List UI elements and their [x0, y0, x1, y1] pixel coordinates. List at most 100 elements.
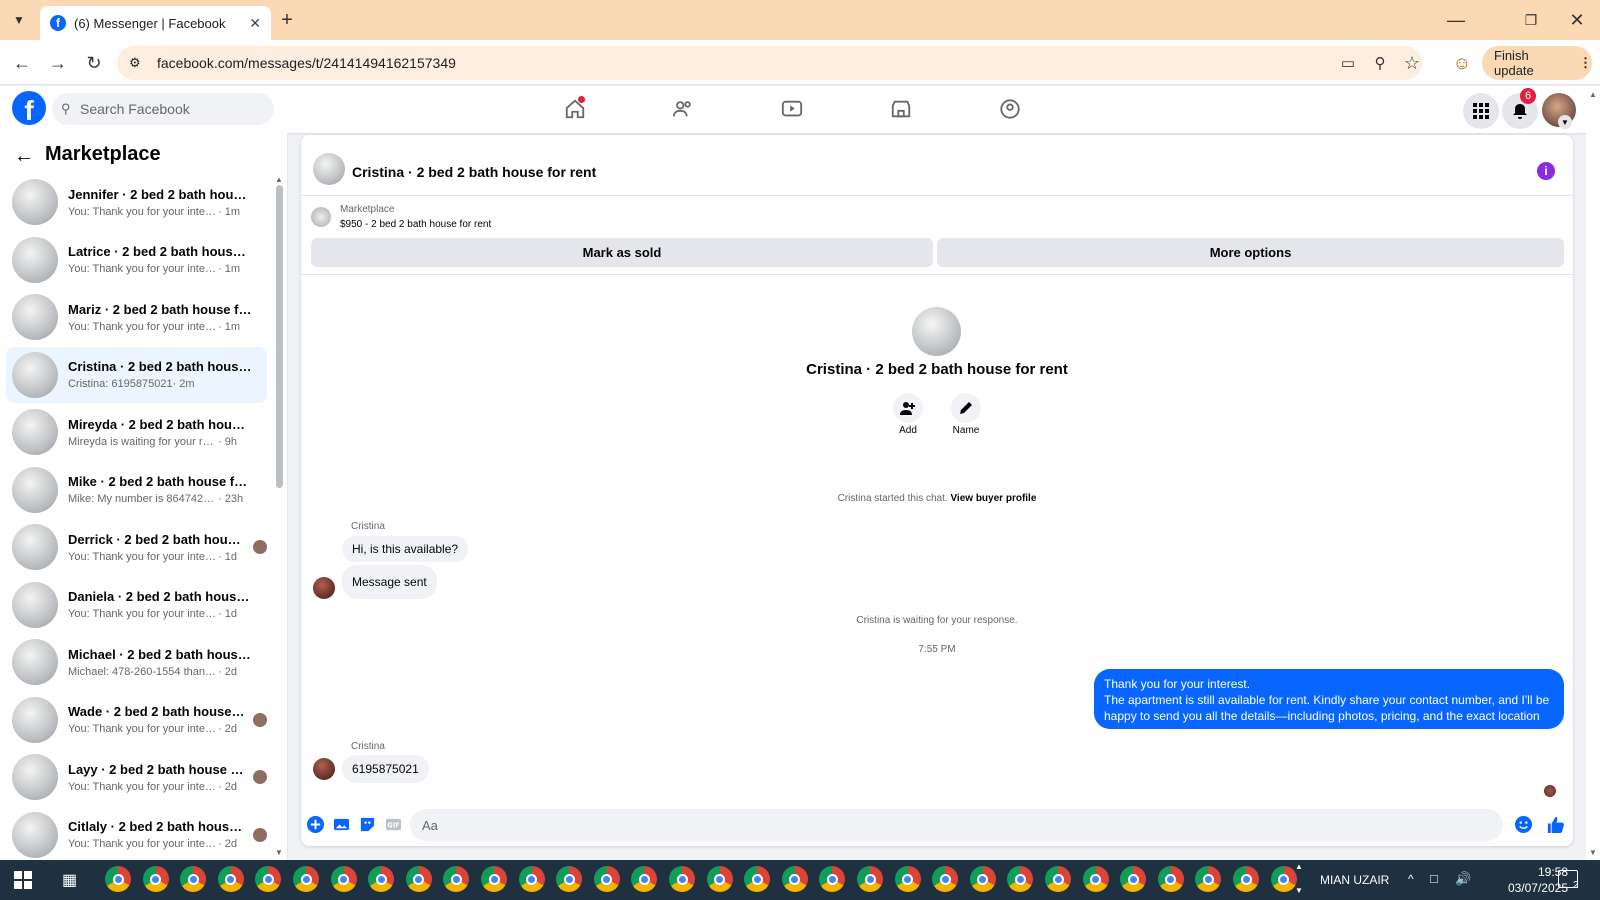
conversation-item[interactable]: Jennifer · 2 bed 2 bath house fo... You: … — [6, 174, 267, 230]
new-tab-icon[interactable]: + — [276, 9, 298, 31]
listing-title[interactable]: $950 - 2 bed 2 bath house for rent — [340, 219, 491, 230]
back-arrow-icon[interactable]: ← — [14, 145, 34, 168]
message-bubble[interactable]: Hi, is this available? — [342, 536, 469, 562]
conversation-item[interactable]: Mike · 2 bed 2 bath house for r... Mike: … — [6, 462, 267, 518]
close-window-icon[interactable]: ✕ — [1565, 8, 1589, 32]
chrome-app-icon[interactable] — [857, 866, 883, 892]
chrome-app-icon[interactable] — [180, 866, 207, 892]
network-icon[interactable]: □ — [1430, 871, 1438, 886]
message-input[interactable]: Aa — [410, 809, 1503, 841]
chrome-app-icon[interactable] — [781, 866, 808, 892]
marketplace-icon[interactable] — [886, 94, 916, 124]
chrome-app-icon[interactable] — [1233, 866, 1259, 892]
finish-update-button[interactable]: Finish update ⋮ — [1482, 46, 1592, 80]
conversation-item[interactable]: Citlaly · 2 bed 2 bath house f... You: Th… — [6, 807, 267, 863]
kebab-menu-icon[interactable]: ⋮ — [1579, 55, 1592, 71]
taskbar-user-label[interactable]: MIAN UZAIR — [1320, 873, 1389, 887]
chrome-app-icon[interactable] — [1045, 866, 1071, 892]
close-tab-icon[interactable]: ✕ — [249, 15, 261, 32]
taskbar-clock[interactable]: 19:58 03/07/2025 — [1478, 864, 1568, 896]
chrome-app-icon[interactable] — [1120, 866, 1147, 892]
conversation-item[interactable]: Cristina · 2 bed 2 bath house fo... Crist… — [6, 346, 267, 403]
chrome-app-icon[interactable] — [744, 866, 771, 892]
bookmark-star-icon[interactable]: ☆ — [1400, 51, 1424, 75]
chrome-app-icon[interactable] — [1082, 866, 1109, 892]
sticker-icon[interactable] — [357, 814, 377, 834]
install-app-icon[interactable]: ▭ — [1336, 51, 1360, 75]
view-buyer-profile-link[interactable]: View buyer profile — [950, 493, 1036, 504]
address-bar[interactable]: ⚙ facebook.com/messages/t/24141494162157… — [117, 46, 1422, 80]
conversation-item[interactable]: Wade · 2 bed 2 bath house fo... You: Than… — [6, 692, 267, 748]
back-icon[interactable]: ← — [10, 51, 34, 75]
home-icon[interactable] — [560, 94, 590, 124]
chrome-app-icon[interactable] — [969, 866, 996, 892]
conversation-item[interactable]: Mariz · 2 bed 2 bath house for r... You: … — [6, 289, 267, 345]
conversation-item[interactable]: Michael · 2 bed 2 bath house fo... Michae… — [6, 634, 267, 690]
account-chevron-icon[interactable]: ▼ — [1558, 115, 1572, 129]
chrome-app-icon[interactable] — [142, 866, 169, 892]
taskbar-scroll-down-icon[interactable]: ▼ — [1295, 886, 1303, 895]
sender-avatar[interactable] — [313, 758, 335, 780]
mark-as-sold-button[interactable]: Mark as sold — [311, 238, 933, 267]
page-scroll-down-icon[interactable]: ▼ — [1589, 848, 1597, 857]
page-scrollbar[interactable] — [1586, 86, 1600, 860]
chrome-app-icon[interactable] — [105, 866, 131, 892]
photo-icon[interactable] — [331, 814, 351, 834]
listing-thumbnail[interactable] — [311, 207, 331, 227]
emoji-icon[interactable] — [1513, 814, 1533, 834]
restore-icon[interactable]: ❐ — [1519, 8, 1543, 32]
sidebar-scrollbar[interactable] — [276, 185, 283, 488]
task-view-icon[interactable]: ▦ — [62, 870, 82, 890]
chrome-app-icon[interactable] — [481, 866, 507, 892]
menu-grid-icon[interactable] — [1463, 93, 1499, 129]
chrome-app-icon[interactable] — [330, 866, 357, 892]
forward-icon[interactable]: → — [46, 51, 70, 75]
chat-title[interactable]: Cristina · 2 bed 2 bath house for rent — [352, 164, 596, 180]
scroll-up-icon[interactable]: ▲ — [275, 175, 283, 184]
zoom-icon[interactable]: ⚲ — [1368, 51, 1392, 75]
friends-icon[interactable] — [668, 94, 698, 124]
chrome-app-icon[interactable] — [293, 866, 319, 892]
edit-name-pencil-icon[interactable] — [951, 393, 981, 423]
conversation-item[interactable]: Layy · 2 bed 2 bath house for... You: Tha… — [6, 749, 267, 805]
like-thumb-icon[interactable] — [1545, 814, 1565, 834]
browser-tab[interactable]: f (6) Messenger | Facebook ✕ — [40, 6, 271, 40]
tab-search-icon[interactable]: ▼ — [8, 9, 30, 31]
chrome-app-icon[interactable] — [405, 866, 432, 892]
message-bubble[interactable]: Message sent — [342, 565, 437, 599]
chrome-app-icon[interactable] — [556, 866, 583, 892]
chrome-app-icon[interactable] — [368, 866, 395, 892]
groups-icon[interactable] — [995, 94, 1025, 124]
watch-icon[interactable] — [777, 94, 807, 124]
search-input[interactable]: ⚲ Search Facebook — [52, 93, 274, 125]
sender-avatar[interactable] — [313, 577, 335, 599]
outgoing-message-bubble[interactable]: Thank you for your interest. The apartme… — [1094, 669, 1564, 729]
site-info-icon[interactable]: ⚙ — [129, 55, 141, 71]
chrome-app-icon[interactable] — [593, 866, 620, 892]
more-options-button[interactable]: More options — [937, 238, 1564, 267]
chrome-app-icon[interactable] — [518, 866, 545, 892]
scroll-down-icon[interactable]: ▼ — [275, 848, 283, 857]
tray-chevron-icon[interactable]: ^ — [1408, 872, 1414, 886]
chrome-app-icon[interactable] — [894, 866, 921, 892]
profile-icon[interactable]: ☺ — [1450, 51, 1474, 75]
conversation-item[interactable]: Daniela · 2 bed 2 bath house fo... You: T… — [6, 577, 267, 633]
conversation-item[interactable]: Latrice · 2 bed 2 bath house for ... You:… — [6, 232, 267, 288]
conversation-item[interactable]: Derrick · 2 bed 2 bath house f... You: Th… — [6, 519, 267, 575]
chat-avatar[interactable] — [313, 153, 345, 185]
volume-icon[interactable]: 🔊 — [1455, 871, 1471, 887]
page-scroll-up-icon[interactable]: ▲ — [1589, 90, 1597, 99]
info-icon[interactable]: i — [1537, 162, 1555, 180]
profile-avatar[interactable] — [912, 307, 961, 356]
chrome-app-icon[interactable] — [1270, 866, 1297, 892]
conversation-item[interactable]: Mireyda · 2 bed 2 bath house fo... Mireyd… — [6, 404, 267, 460]
gif-icon[interactable]: GIF — [383, 814, 403, 834]
facebook-logo-icon[interactable]: f — [12, 91, 46, 125]
message-bubble[interactable]: 6195875021 — [342, 755, 429, 783]
chrome-app-icon[interactable] — [706, 866, 733, 892]
taskbar-scroll-up-icon[interactable]: ▲ — [1295, 862, 1303, 871]
chrome-app-icon[interactable] — [932, 866, 959, 892]
chrome-app-icon[interactable] — [1157, 866, 1184, 892]
minimize-icon[interactable]: — — [1444, 8, 1468, 32]
chrome-app-icon[interactable] — [217, 866, 244, 892]
